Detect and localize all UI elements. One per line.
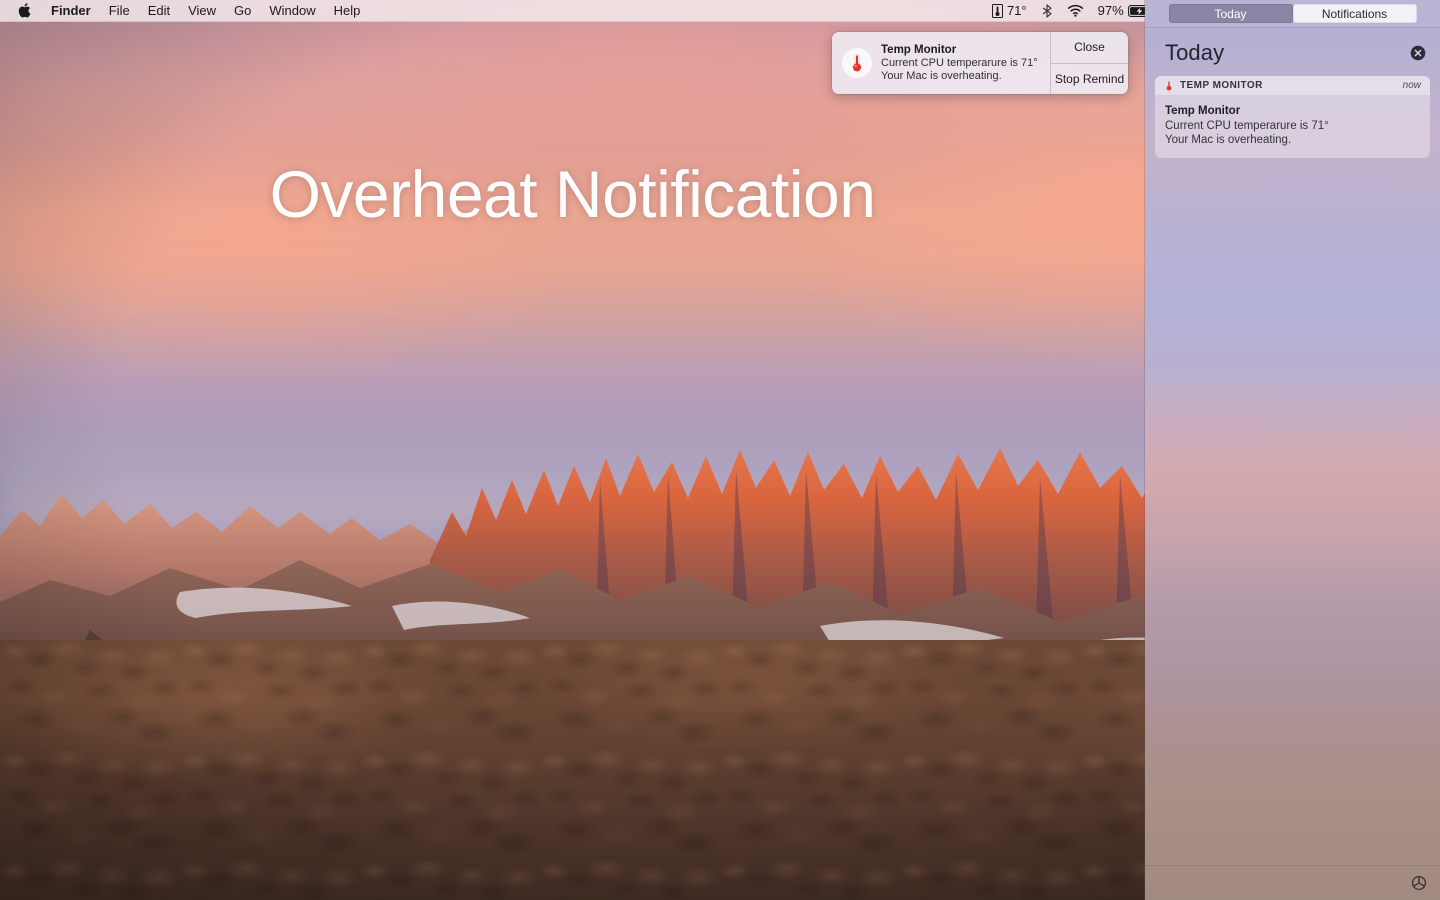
menu-item-help[interactable]: Help [325,0,370,22]
tab-notifications[interactable]: Notifications [1292,4,1417,23]
clear-all-icon[interactable] [1410,45,1426,61]
menu-item-window[interactable]: Window [260,0,324,22]
menu-item-go[interactable]: Go [225,0,260,22]
notification-card-body: Temp Monitor Current CPU temperarure is … [1155,96,1430,158]
wifi-icon [1067,4,1084,17]
temperature-value: 71° [1006,3,1027,18]
notification-center-footer-divider [1145,865,1440,866]
menu-bar-app-menus: Finder File Edit View Go Window Help [0,0,369,22]
thermometer-icon [991,3,1003,18]
notification-banner-text: Temp Monitor Current CPU temperarure is … [881,43,1038,83]
status-item-wifi[interactable] [1060,0,1091,22]
apple-menu-icon[interactable] [10,0,42,22]
notification-card-header: TEMP MONITOR now [1155,76,1430,96]
notification-banner-title: Temp Monitor [881,44,957,56]
notification-banner-line-1: Current CPU temperarure is 71° [881,57,1038,69]
menu-item-finder[interactable]: Finder [42,0,100,22]
notification-card[interactable]: TEMP MONITOR now Temp Monitor Current CP… [1155,76,1430,158]
page-title: Overheat Notification [269,157,876,231]
notification-card-app-name: TEMP MONITOR [1180,80,1263,91]
notification-center-title: Today [1165,40,1225,65]
menu-item-view[interactable]: View [179,0,225,22]
notification-banner-line-2: Your Mac is overheating. [881,70,1002,82]
stop-remind-button[interactable]: Stop Remind [1051,62,1128,95]
notification-card-line-1: Current CPU temperarure is 71° [1165,120,1329,132]
do-not-disturb-icon[interactable] [1410,874,1428,892]
notification-center-tabs: Today Notifications [1145,0,1440,28]
close-button[interactable]: Close [1051,32,1128,63]
notification-card-line-2: Your Mac is overheating. [1165,134,1292,146]
notification-center-panel: Today Notifications Today TEMP MONITOR n… [1145,0,1440,900]
notification-card-title: Temp Monitor [1165,105,1241,117]
notification-banner[interactable]: Temp Monitor Current CPU temperarure is … [832,32,1128,94]
status-item-temperature[interactable]: 71° [985,0,1034,22]
notification-banner-body[interactable]: Temp Monitor Current CPU temperarure is … [832,32,1050,94]
menu-item-file[interactable]: File [100,0,139,22]
battery-percent: 97% [1097,3,1124,18]
notification-banner-actions: Close Stop Remind [1050,32,1128,94]
thermometer-icon [842,48,872,78]
menu-item-edit[interactable]: Edit [139,0,179,22]
bluetooth-icon [1041,3,1053,18]
notification-center-header: Today [1145,28,1440,74]
notification-card-time: now [1402,80,1421,91]
tab-today[interactable]: Today [1168,4,1293,23]
status-item-bluetooth[interactable] [1034,0,1060,22]
thermometer-icon [1163,80,1174,91]
